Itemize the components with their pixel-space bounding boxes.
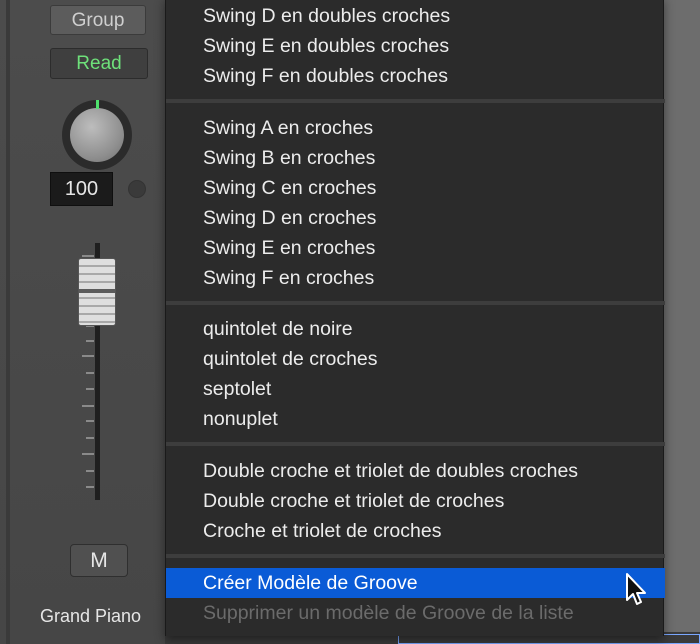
knob-indicator	[96, 100, 99, 109]
fader-tick	[86, 388, 94, 390]
group-button[interactable]: Group	[50, 5, 146, 35]
channel-strip: Group Read 100 M Grand Piano	[0, 0, 166, 644]
fader-tick	[82, 255, 94, 257]
fader-tick	[82, 355, 94, 357]
menu-item-quintuplet-eighth[interactable]: quintolet de croches	[166, 344, 665, 374]
menu-item-swing-a-8[interactable]: Swing A en croches	[166, 113, 665, 143]
menu-item-swing-b-8[interactable]: Swing B en croches	[166, 143, 665, 173]
fader-tick	[86, 372, 94, 374]
fader-tick	[82, 453, 94, 455]
menu-item-septuplet[interactable]: septolet	[166, 374, 665, 404]
send-indicator-icon[interactable]	[128, 180, 146, 198]
menu-item-sixteenth-triplet-eighth[interactable]: Double croche et triolet de croches	[166, 486, 665, 516]
menu-item-eighth-triplet-eighth[interactable]: Croche et triolet de croches	[166, 516, 665, 546]
menu-item-remove-groove-template: Supprimer un modèle de Groove de la list…	[203, 602, 574, 624]
groove-quantize-menu: Swing D en doubles croches Swing E en do…	[165, 0, 665, 636]
menu-item-swing-e-16[interactable]: Swing E en doubles croches	[166, 31, 665, 61]
menu-item-swing-d-8[interactable]: Swing D en croches	[166, 203, 665, 233]
menu-separator	[166, 442, 665, 446]
fader-tick	[86, 340, 94, 342]
menu-item-quintuplet-quarter[interactable]: quintolet de noire	[166, 314, 665, 344]
track-name: Grand Piano	[40, 606, 142, 626]
fader-tick	[86, 437, 94, 439]
fader-tick	[86, 470, 94, 472]
menu-item-swing-c-8[interactable]: Swing C en croches	[166, 173, 665, 203]
mouse-pointer-icon	[626, 573, 646, 605]
menu-item-swing-f-8[interactable]: Swing F en croches	[166, 263, 665, 293]
fader-tick	[86, 420, 94, 422]
pan-knob[interactable]	[62, 100, 132, 170]
menu-item-swing-d-16[interactable]: Swing D en doubles croches	[166, 1, 665, 31]
automation-mode-button[interactable]: Read	[50, 48, 148, 79]
pan-value-display[interactable]: 100	[50, 172, 113, 206]
menu-separator	[166, 301, 665, 305]
menu-separator	[166, 554, 665, 558]
menu-item-sixteenth-triplet-sixteenth[interactable]: Double croche et triolet de doubles croc…	[166, 456, 665, 486]
menu-item-nonuplet[interactable]: nonuplet	[166, 404, 665, 434]
menu-item-swing-e-8[interactable]: Swing E en croches	[166, 233, 665, 263]
volume-fader-handle[interactable]	[78, 258, 116, 326]
fader-tick	[86, 486, 94, 488]
knob-body	[70, 108, 124, 162]
menu-item-create-groove-template[interactable]: Créer Modèle de Groove	[166, 568, 665, 598]
menu-separator	[166, 99, 665, 103]
menu-item-swing-f-16[interactable]: Swing F en doubles croches	[166, 61, 665, 91]
background-panel	[664, 0, 700, 644]
fader-tick	[82, 405, 94, 407]
mute-button[interactable]: M	[70, 544, 128, 577]
strip-edge	[6, 0, 10, 644]
